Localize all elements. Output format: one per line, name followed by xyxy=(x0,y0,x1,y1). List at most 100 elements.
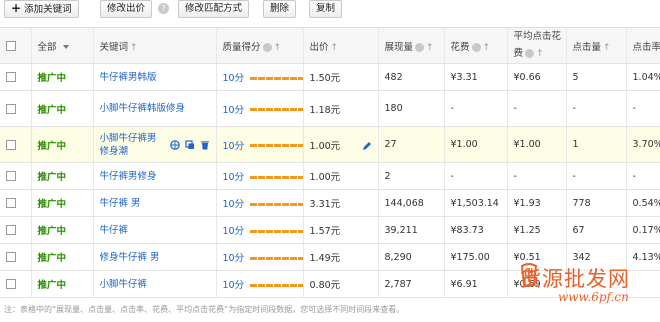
bid-cell: 3.31元 xyxy=(303,189,379,217)
select-all-checkbox[interactable] xyxy=(6,40,16,51)
globe-icon[interactable] xyxy=(169,139,180,150)
header-ctr[interactable]: 点击率 xyxy=(626,27,660,64)
row-checkbox[interactable] xyxy=(6,72,16,82)
bid-cell: 1.18元 xyxy=(303,90,379,127)
edit-icon[interactable] xyxy=(362,141,372,151)
header-clicks[interactable]: 点击量 ↑ xyxy=(566,27,627,64)
quality-bar-segment xyxy=(274,175,282,179)
sort-icon: ↑ xyxy=(130,42,138,53)
header-bid[interactable]: 出价 ↑ xyxy=(303,27,379,64)
table-row[interactable]: 推广中 牛仔裤 10分 1.57元 39,211 ¥83.73 ¥1.25 67 0.17% xyxy=(0,216,660,244)
bid-cell: 0.80元 xyxy=(303,270,379,298)
sort-icon: ↑ xyxy=(603,42,611,53)
quality-bars xyxy=(250,76,302,81)
header-quality[interactable]: 质量得分 ↑ xyxy=(216,27,304,64)
quality-bar-segment xyxy=(298,144,302,147)
quality-cell: 10分 xyxy=(216,63,304,91)
quality-score[interactable]: 10分 xyxy=(223,105,245,116)
help-icon[interactable] xyxy=(415,42,425,52)
help-icon[interactable] xyxy=(525,49,535,58)
keyword-link[interactable]: 小脚牛仔裤 xyxy=(100,278,148,291)
copy-icon[interactable] xyxy=(184,139,195,150)
row-select-cell xyxy=(0,90,32,127)
header-keyword[interactable]: 关键词 ↑ xyxy=(93,27,217,64)
header-cost[interactable]: 花费 ↑ xyxy=(444,27,508,64)
quality-bar-segment xyxy=(250,283,258,287)
quality-cell: 10分 xyxy=(216,189,304,217)
quality-bar-segment xyxy=(274,229,282,233)
table-row[interactable]: 推广中 牛仔裤男修身 10分 1.00元 2 - - - - xyxy=(0,162,660,190)
impressions-cell: 144,068 xyxy=(378,189,445,217)
keyword-link[interactable]: 修身牛仔裤 男 xyxy=(100,251,160,264)
keyword-link[interactable]: 小脚牛仔裤男修身潮 xyxy=(100,132,166,158)
table-row[interactable]: 推广中 小脚牛仔裤男修身潮 10分 1.00元 27 ¥1.00 ¥1.00 1 3.70% xyxy=(0,126,660,163)
help-icon[interactable] xyxy=(262,42,272,52)
clicks-cell: 778 xyxy=(566,189,627,217)
row-checkbox[interactable] xyxy=(6,171,16,181)
table-row[interactable]: 推广中 小脚牛仔裤韩版修身 10分 1.18元 180 - - - - xyxy=(0,90,660,127)
keyword-link[interactable]: 牛仔裤 xyxy=(100,224,129,237)
row-checkbox[interactable] xyxy=(6,198,16,208)
quality-bar-segment xyxy=(290,175,298,179)
modify-match-button[interactable]: 修改匹配方式 xyxy=(178,0,250,18)
ctr-cell: 4.13% xyxy=(626,243,660,271)
quality-score[interactable]: 10分 xyxy=(223,172,245,183)
avg-cpc-value: ¥0.51 xyxy=(513,251,541,263)
quality-score[interactable]: 10分 xyxy=(223,73,245,84)
quality-bar-segment xyxy=(250,175,258,179)
add-keyword-button[interactable]: + 添加关键词 xyxy=(4,0,79,18)
row-checkbox[interactable] xyxy=(6,103,16,114)
bid-cell: 1.49元 xyxy=(303,243,379,271)
watermark-text: 货源批发网 xyxy=(520,267,630,291)
plus-icon: + xyxy=(11,1,22,15)
quality-bars xyxy=(250,256,302,261)
impressions-value: 2,787 xyxy=(384,278,412,290)
quality-score[interactable]: 10分 xyxy=(223,280,245,291)
row-checkbox[interactable] xyxy=(6,279,16,289)
clicks-value: - xyxy=(572,170,576,182)
cost-value: ¥1.00 xyxy=(450,139,478,150)
row-checkbox[interactable] xyxy=(6,225,16,235)
clicks-cell: 5 xyxy=(566,63,627,91)
delete-button[interactable]: 删除 xyxy=(263,0,297,18)
keyword-link[interactable]: 牛仔裤 男 xyxy=(100,197,141,210)
avg-cpc-value: ¥1.00 xyxy=(513,139,541,150)
quality-score[interactable]: 10分 xyxy=(223,141,245,152)
status-filter[interactable]: 全部 xyxy=(31,27,94,64)
trash-icon[interactable] xyxy=(200,140,210,150)
cost-cell: - xyxy=(444,162,508,190)
row-checkbox[interactable] xyxy=(6,139,16,150)
header-avg-cpc[interactable]: 平均点击花费 ↑ xyxy=(507,27,567,64)
keyword-link[interactable]: 牛仔裤男韩版 xyxy=(100,71,157,84)
copy-button[interactable]: 复制 xyxy=(309,0,343,18)
quality-bar-segment xyxy=(290,202,298,206)
quality-bar-segment xyxy=(274,283,282,287)
keyword-link[interactable]: 小脚牛仔裤韩版修身 xyxy=(100,102,186,115)
keyword-link[interactable]: 牛仔裤男修身 xyxy=(100,170,157,183)
impressions-value: 27 xyxy=(384,139,397,150)
status-cell: 推广中 xyxy=(31,90,94,127)
row-checkbox[interactable] xyxy=(6,252,16,262)
impressions-cell: 482 xyxy=(378,63,445,91)
avg-cpc-value: - xyxy=(513,170,517,182)
avg-cpc-cell: ¥1.00 xyxy=(507,126,567,163)
avg-cpc-cell: ¥1.25 xyxy=(507,216,567,244)
cost-value: - xyxy=(450,170,454,182)
quality-bar-segment xyxy=(266,283,274,287)
status-badge: 推广中 xyxy=(37,172,67,183)
quality-score[interactable]: 10分 xyxy=(223,226,245,237)
quality-score[interactable]: 10分 xyxy=(223,199,245,210)
quality-bars xyxy=(250,229,302,234)
quality-bar-segment xyxy=(266,256,274,260)
quality-bar-segment xyxy=(258,144,266,147)
ctr-cell: 0.54% xyxy=(626,189,660,217)
header-impressions[interactable]: 展现量 ↑ xyxy=(378,27,445,64)
ctr-cell xyxy=(626,270,660,298)
help-icon[interactable] xyxy=(471,42,481,52)
modify-bid-button[interactable]: 修改出价 xyxy=(100,0,153,18)
status-cell: 推广中 xyxy=(31,189,94,217)
help-icon[interactable]: ? xyxy=(158,3,169,14)
table-row[interactable]: 推广中 牛仔裤男韩版 10分 1.50元 482 ¥3.31 ¥0.66 5 1.04% xyxy=(0,63,660,91)
quality-score[interactable]: 10分 xyxy=(223,253,245,264)
table-row[interactable]: 推广中 牛仔裤 男 10分 3.31元 144,068 ¥1,503.14 ¥1.93 778… xyxy=(0,189,660,217)
